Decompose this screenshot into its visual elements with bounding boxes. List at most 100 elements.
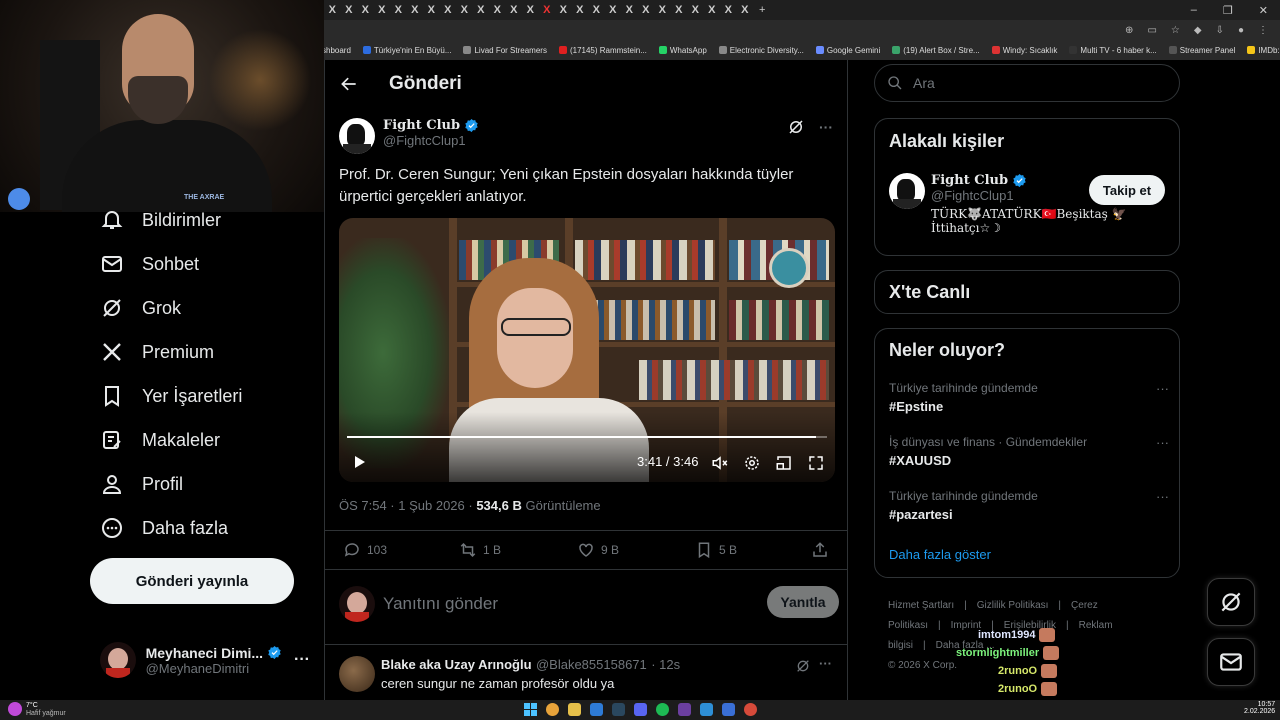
reply-submit-button[interactable]: Yanıtla: [767, 586, 839, 618]
nav-item[interactable]: Sohbet: [100, 252, 199, 276]
steam-taskbar-icon[interactable]: [612, 703, 625, 716]
reply-input[interactable]: Yanıtını gönder: [383, 594, 498, 614]
related-avatar[interactable]: [889, 173, 925, 209]
reply-author-avatar[interactable]: [339, 656, 375, 692]
footer-link[interactable]: Hizmet Şartları: [888, 600, 954, 611]
tab-close-icon[interactable]: X: [407, 4, 424, 16]
trend-more-icon[interactable]: ···: [1156, 435, 1169, 450]
minimize-icon[interactable]: –: [1191, 4, 1197, 17]
bookmark-item[interactable]: IMDb: Ratings, Revi...: [1247, 46, 1280, 55]
share-action[interactable]: [811, 541, 829, 559]
tab-close-icon[interactable]: X: [357, 4, 374, 16]
bookmark-item[interactable]: Livad For Streamers: [463, 46, 547, 55]
nav-item[interactable]: Profil: [100, 472, 183, 496]
reply-action[interactable]: 103: [343, 541, 387, 559]
picture-in-picture-icon[interactable]: [775, 454, 793, 472]
author-avatar[interactable]: [339, 118, 375, 154]
bookmark-item[interactable]: WhatsApp: [658, 46, 707, 55]
profile-icon[interactable]: ●: [1238, 25, 1244, 36]
post-button[interactable]: Gönderi yayınla: [90, 558, 294, 604]
volume-icon[interactable]: [711, 454, 729, 472]
author-name[interactable]: Fight Club: [383, 118, 460, 133]
tab-close-icon[interactable]: X: [555, 4, 572, 16]
tab-close-icon[interactable]: X: [506, 4, 523, 16]
tab-close-icon[interactable]: X: [737, 4, 754, 16]
nav-item[interactable]: Grok: [100, 296, 181, 320]
tab-close-icon[interactable]: X: [687, 4, 704, 16]
tab-close-icon[interactable]: X: [588, 4, 605, 16]
windows-start-icon[interactable]: [524, 703, 537, 716]
nav-item[interactable]: Premium: [100, 340, 214, 364]
video-progress-bar[interactable]: [347, 436, 827, 438]
tab-close-icon[interactable]: X: [704, 4, 721, 16]
tab-close-icon[interactable]: X: [720, 4, 737, 16]
account-switcher[interactable]: Meyhaneci Dimi... @MeyhaneDimitri ···: [100, 636, 310, 684]
tab-close-icon[interactable]: X: [489, 4, 506, 16]
reply-author-handle[interactable]: @Blake855158671: [536, 657, 647, 672]
tab-close-icon[interactable]: X: [671, 4, 688, 16]
reply-more-icon[interactable]: ···: [819, 656, 832, 671]
search-box[interactable]: [874, 64, 1180, 102]
bookmark-item[interactable]: Windy: Sıcaklık: [991, 46, 1057, 55]
bookmark-item[interactable]: Türkiye'nin En Büyü...: [362, 46, 451, 55]
tweet-timestamp[interactable]: ÖS 7:54 · 1 Şub 2026 ·: [339, 498, 476, 513]
bookmark-item[interactable]: (19) Alert Box / Stre...: [892, 46, 980, 55]
tab-close-icon[interactable]: X: [374, 4, 391, 16]
tab-close-icon[interactable]: X: [605, 4, 622, 16]
footer-link[interactable]: Imprint: [951, 620, 982, 631]
reply-author-name[interactable]: Blake aka Uzay Arınoğlu: [381, 657, 532, 672]
footer-link[interactable]: Gizlilik Politikası: [977, 600, 1049, 611]
bookmark-action[interactable]: 5 B: [695, 541, 737, 559]
app-taskbar-icon[interactable]: [744, 703, 757, 716]
bookmark-item[interactable]: Google Gemini: [815, 46, 880, 55]
play-icon[interactable]: [351, 454, 367, 470]
tab-close-icon[interactable]: X: [473, 4, 490, 16]
messages-fab[interactable]: [1207, 638, 1255, 686]
edge-taskbar-icon[interactable]: [590, 703, 603, 716]
twitch-taskbar-icon[interactable]: [678, 703, 691, 716]
app-taskbar-icon[interactable]: [700, 703, 713, 716]
close-window-icon[interactable]: ✕: [1259, 4, 1268, 17]
trend-more-icon[interactable]: ···: [1156, 381, 1169, 396]
related-name[interactable]: Fight Club: [931, 173, 1008, 188]
grok-icon[interactable]: [787, 118, 805, 136]
tab-close-icon[interactable]: X: [572, 4, 589, 16]
tab-close-icon[interactable]: X: [522, 4, 539, 16]
tab-close-icon[interactable]: X: [539, 4, 556, 16]
trend-item[interactable]: Türkiye tarihinde gündemde #Epstine ···: [889, 381, 1169, 414]
fullscreen-icon[interactable]: [807, 454, 825, 472]
repost-action[interactable]: 1 B: [459, 541, 501, 559]
chrome-taskbar-icon[interactable]: [546, 703, 559, 716]
cast-icon[interactable]: ▭: [1147, 25, 1156, 36]
tab-close-icon[interactable]: X: [324, 4, 341, 16]
star-icon[interactable]: ☆: [1171, 25, 1180, 36]
tab-close-icon[interactable]: X: [621, 4, 638, 16]
like-action[interactable]: 9 B: [577, 541, 619, 559]
show-more-link[interactable]: Daha fazla göster: [889, 547, 991, 562]
tab-close-icon[interactable]: X: [390, 4, 407, 16]
bookmark-item[interactable]: (17145) Rammstein...: [558, 46, 647, 55]
discord-taskbar-icon[interactable]: [634, 703, 647, 716]
download-icon[interactable]: ⇩: [1216, 25, 1224, 36]
tab-close-icon[interactable]: X: [456, 4, 473, 16]
video-player[interactable]: 3:41 / 3:46: [339, 218, 835, 482]
grok-icon[interactable]: [795, 658, 811, 674]
x-live-card[interactable]: X'te Canlı: [874, 270, 1180, 314]
new-tab-button[interactable]: +: [759, 4, 765, 16]
trend-item[interactable]: Türkiye tarihinde gündemde #pazartesi ···: [889, 489, 1169, 522]
file-explorer-icon[interactable]: [568, 703, 581, 716]
nav-item[interactable]: Makaleler: [100, 428, 220, 452]
tab-close-icon[interactable]: X: [341, 4, 358, 16]
author-handle[interactable]: @FightcClup1: [383, 133, 479, 148]
restore-icon[interactable]: ❐: [1223, 4, 1233, 17]
follow-button[interactable]: Takip et: [1089, 175, 1165, 205]
app-taskbar-icon[interactable]: [722, 703, 735, 716]
nav-item[interactable]: Bildirimler: [100, 208, 221, 232]
bookmark-item[interactable]: Electronic Diversity...: [718, 46, 804, 55]
zoom-icon[interactable]: ⊕: [1125, 25, 1133, 36]
reply-time[interactable]: · 12s: [651, 657, 680, 672]
bookmark-item[interactable]: Multi TV - 6 haber k...: [1069, 46, 1157, 55]
extension-icon[interactable]: ◆: [1194, 25, 1202, 36]
tab-close-icon[interactable]: X: [654, 4, 671, 16]
account-more-icon[interactable]: ···: [294, 651, 310, 669]
